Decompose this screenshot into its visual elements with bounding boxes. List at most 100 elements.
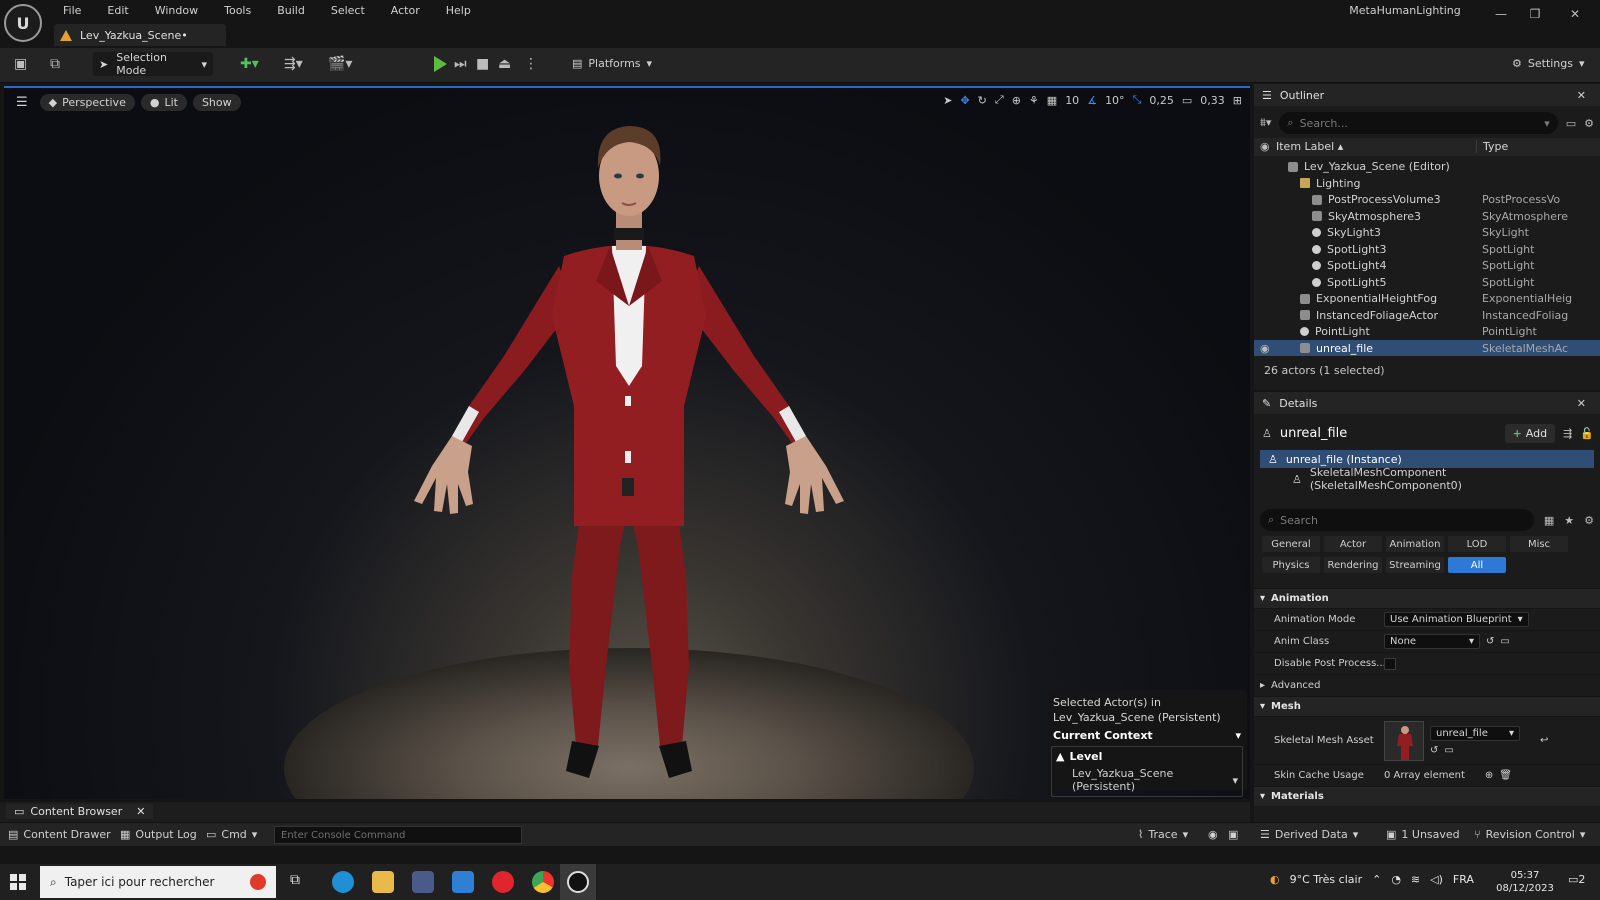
blueprint-icon[interactable]: ⇶ <box>1563 427 1572 440</box>
details-search-input[interactable]: ⌕ Search <box>1260 509 1534 531</box>
output-log-button[interactable]: ▦ Output Log <box>120 828 197 841</box>
column-type[interactable]: Type <box>1476 140 1508 153</box>
document-tab-level[interactable]: Lev_Yazkua_Scene• <box>54 24 226 46</box>
store-icon[interactable] <box>412 871 434 893</box>
platforms-dropdown[interactable]: ▤ Platforms ▾ <box>572 57 652 70</box>
more-options-icon[interactable]: ⋮ <box>524 56 538 72</box>
menu-help[interactable]: Help <box>433 2 484 20</box>
outliner-row[interactable]: InstancedFoliageActor InstancedFoliag <box>1254 307 1600 324</box>
unreal-logo-icon[interactable]: U <box>4 4 42 42</box>
browse-folder-icon[interactable]: ▭ <box>1500 636 1509 647</box>
component-row[interactable]: ♙ SkeletalMeshComponent (SkeletalMeshCom… <box>1260 466 1594 492</box>
scale-snap-value[interactable]: 0,25 <box>1149 94 1174 107</box>
restore-button[interactable]: ❐ <box>1518 3 1552 25</box>
metahuman-character[interactable] <box>384 106 874 786</box>
chevron-up-icon[interactable]: ⌃ <box>1372 873 1381 886</box>
screenshot-icon[interactable]: ▣ <box>1228 828 1238 841</box>
rotation-snap-icon[interactable]: ∡ <box>1087 94 1097 107</box>
add-component-button[interactable]: + Add <box>1504 423 1556 443</box>
mail-icon[interactable] <box>452 871 474 893</box>
outliner-row[interactable]: Lev_Yazkua_Scene (Editor) <box>1254 158 1600 175</box>
trash-icon[interactable]: 🗑 <box>1499 770 1512 781</box>
wifi-icon[interactable]: ≋ <box>1411 873 1420 886</box>
skeletal-mesh-dropdown[interactable]: unreal_file ▾ <box>1430 725 1520 741</box>
menu-actor[interactable]: Actor <box>378 2 433 20</box>
surface-snap-icon[interactable]: ⚘ <box>1029 94 1039 107</box>
outliner-row[interactable]: PostProcessVolume3 PostProcessVo <box>1254 191 1600 208</box>
outliner-row[interactable]: SkyLight3 SkyLight <box>1254 224 1600 241</box>
outliner-tab[interactable]: ☰ Outliner ✕ <box>1254 84 1600 106</box>
translate-tool-icon[interactable]: ✥ <box>960 94 969 107</box>
eye-icon[interactable]: ◉ <box>1260 140 1270 153</box>
section-materials[interactable]: ▾ Materials <box>1254 786 1600 806</box>
outliner-row[interactable]: SpotLight4 SpotLight <box>1254 257 1600 274</box>
taskbar-search-box[interactable]: ⌕ Taper ici pour rechercher <box>40 866 276 898</box>
opera-browser-icon[interactable] <box>492 871 514 893</box>
eject-icon[interactable]: ⏏ <box>498 56 511 72</box>
menu-tools[interactable]: Tools <box>211 2 264 20</box>
outliner-row[interactable]: PointLight PointLight <box>1254 323 1600 340</box>
stop-icon[interactable]: ■ <box>476 56 489 72</box>
play-icon[interactable] <box>434 56 447 72</box>
hamburger-menu-icon[interactable]: ☰ <box>10 95 34 110</box>
chrome-browser-icon[interactable] <box>532 871 554 893</box>
derived-data-dropdown[interactable]: ☰ Derived Data ▾ <box>1260 828 1358 841</box>
view-mode-lit-button[interactable]: ● Lit <box>140 93 187 111</box>
outliner-row[interactable]: Lighting <box>1254 175 1600 192</box>
outliner-row[interactable]: ◉ unreal_file SkeletalMeshAc <box>1254 339 1600 356</box>
details-tab[interactable]: ✎ Details ✕ <box>1254 392 1600 414</box>
console-input[interactable]: Enter Console Command <box>274 826 522 844</box>
save-icon[interactable]: ▣ <box>14 56 27 72</box>
select-tool-icon[interactable]: ➤ <box>943 94 952 107</box>
unreal-editor-taskbar-icon[interactable] <box>567 871 589 893</box>
menu-build[interactable]: Build <box>264 2 318 20</box>
advanced-row[interactable]: ▸ Advanced <box>1254 674 1600 696</box>
category-tab-streaming[interactable]: Streaming <box>1386 557 1444 573</box>
lock-icon[interactable]: 🔓 <box>1580 427 1594 440</box>
star-icon[interactable]: ★ <box>1564 514 1574 527</box>
blueprint-icon[interactable]: ⇶▾ <box>284 56 303 72</box>
task-view-icon[interactable]: ⧉ <box>290 872 312 894</box>
eye-icon[interactable]: ◉ <box>1260 342 1270 355</box>
content-drawer-button[interactable]: ▤ Content Drawer <box>8 828 111 841</box>
revert-icon[interactable]: ↩ <box>1540 735 1548 746</box>
outliner-search-input[interactable]: ⌕ Search... ▾ <box>1279 112 1558 134</box>
section-animation[interactable]: ▾ Animation <box>1254 588 1600 608</box>
category-tab-lod[interactable]: LOD <box>1448 536 1506 552</box>
close-icon[interactable]: ✕ <box>136 805 145 818</box>
category-tab-rendering[interactable]: Rendering <box>1324 557 1382 573</box>
weather-text[interactable]: 9°C Très clair <box>1290 873 1362 886</box>
section-mesh[interactable]: ▾ Mesh <box>1254 696 1600 716</box>
outliner-row[interactable]: SkyAtmosphere3 SkyAtmosphere <box>1254 208 1600 225</box>
table-view-icon[interactable]: ▦ <box>1544 514 1554 527</box>
current-context-row[interactable]: Current Context ▾ <box>1051 729 1243 742</box>
add-element-icon[interactable]: ⊕ <box>1485 770 1493 781</box>
browse-folder-icon[interactable]: ▭ <box>1444 745 1453 756</box>
unsaved-button[interactable]: ▣ 1 Unsaved <box>1386 828 1460 841</box>
menu-edit[interactable]: Edit <box>94 2 141 20</box>
actor-name[interactable]: unreal_file <box>1280 426 1347 441</box>
gear-icon[interactable]: ⚙ <box>1584 514 1594 527</box>
selection-mode-dropdown[interactable]: ➤ Selection Mode ▾ <box>93 51 213 77</box>
outliner-row[interactable]: SpotLight3 SpotLight <box>1254 241 1600 258</box>
content-browser-tab[interactable]: ▭ Content Browser ✕ <box>6 804 154 819</box>
windows-start-icon[interactable] <box>10 874 26 890</box>
menu-window[interactable]: Window <box>142 2 211 20</box>
mesh-thumbnail[interactable] <box>1384 720 1424 761</box>
settings-dropdown[interactable]: ⚙ Settings ▾ <box>1512 57 1585 70</box>
step-icon[interactable]: ⏭ <box>454 56 467 72</box>
camera-speed-icon[interactable]: ▭ <box>1182 94 1192 107</box>
animation-mode-dropdown[interactable]: Use Animation Blueprint ▾ <box>1384 612 1529 627</box>
edge-browser-icon[interactable] <box>332 871 354 893</box>
reset-icon[interactable]: ↺ <box>1430 745 1438 756</box>
system-clock[interactable]: 05:37 08/12/2023 <box>1490 869 1560 895</box>
close-button[interactable]: ✕ <box>1558 3 1592 25</box>
new-folder-icon[interactable]: ▭ <box>1566 117 1576 130</box>
trace-dropdown[interactable]: ⌇ Trace ▾ <box>1138 828 1188 841</box>
weather-icon[interactable]: ◐ <box>1270 873 1280 886</box>
outliner-row[interactable]: SpotLight5 SpotLight <box>1254 274 1600 291</box>
cmd-dropdown[interactable]: ▭ Cmd ▾ <box>206 828 257 841</box>
close-icon[interactable]: ✕ <box>1577 89 1586 102</box>
rotation-snap-value[interactable]: 10° <box>1105 94 1125 107</box>
notification-button[interactable]: ▭2 <box>1568 873 1585 886</box>
